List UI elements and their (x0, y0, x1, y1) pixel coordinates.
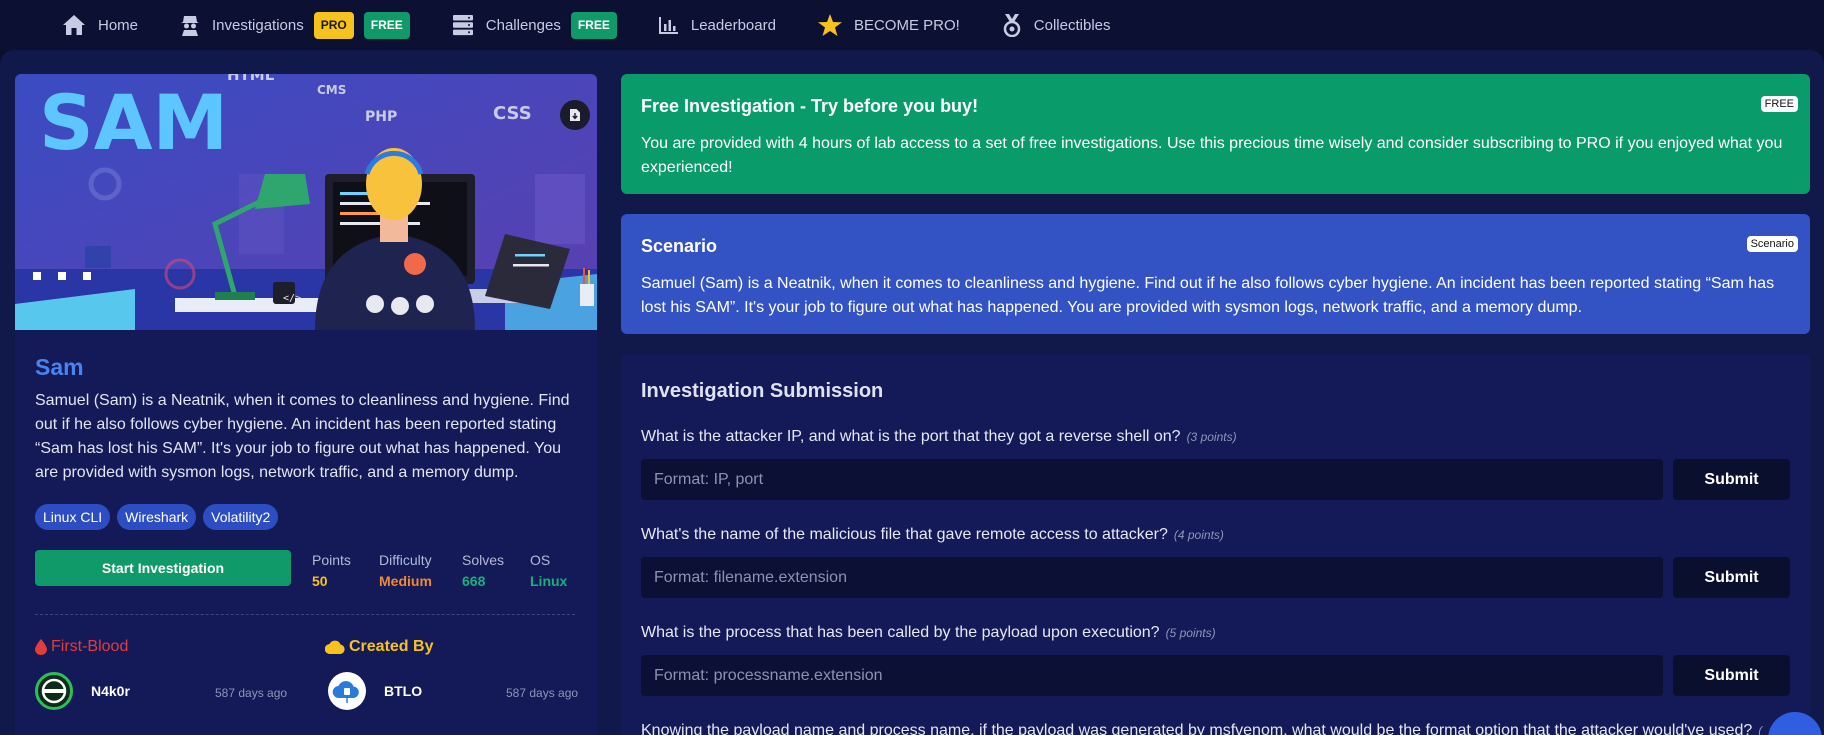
nav-home[interactable]: Home (62, 14, 138, 36)
question-3-text: What is the process that has been called… (641, 624, 1160, 641)
creator-username: BTLO (384, 683, 423, 699)
submission-title: Investigation Submission (641, 380, 884, 402)
scenario-panel: Scenario Scenario Samuel (Sam) is a Neat… (621, 214, 1810, 334)
question-4-text: Knowing the payload name and process nam… (641, 722, 1753, 735)
stat-solves-value: 668 (462, 573, 486, 589)
free-panel-badge: FREE (1760, 96, 1798, 112)
submit-button-3[interactable]: Submit (1673, 655, 1790, 696)
pro-badge: PRO (313, 11, 354, 39)
banner-title: SAM (39, 78, 228, 167)
question-2-points: (4 points) (1173, 528, 1224, 542)
first-blood-user[interactable]: N4k0r (35, 672, 130, 710)
tag-wireshark: Wireshark (117, 504, 197, 530)
lab-description: Samuel (Sam) is a Neatnik, when it comes… (35, 392, 570, 481)
question-1-text: What is the attacker IP, and what is the… (641, 428, 1181, 445)
free-panel-text: You are provided with 4 hours of lab acc… (641, 135, 1783, 176)
nav-become-pro-label: BECOME PRO! (853, 16, 960, 34)
cloud-icon (325, 640, 345, 654)
investigation-submission: Investigation Submission What is the att… (621, 354, 1810, 735)
scenario-panel-badge: Scenario (1746, 236, 1798, 252)
stat-points: Points 50 (312, 552, 351, 589)
stat-difficulty-value: Medium (379, 573, 432, 589)
first-blood-heading: First-Blood (35, 638, 128, 656)
question-2-text: What's the name of the malicious file th… (641, 526, 1168, 543)
question-2: What's the name of the malicious file th… (641, 526, 1224, 544)
free-investigation-panel: Free Investigation - Try before you buy!… (621, 74, 1810, 194)
first-blood-label: First-Blood (51, 638, 129, 655)
divider (35, 614, 575, 615)
banner-word-cms: CMS (317, 83, 346, 97)
nav-investigations[interactable]: Investigations PRO FREE (180, 11, 410, 39)
first-blood-username: N4k0r (91, 683, 130, 699)
stat-difficulty-label: Difficulty (379, 552, 432, 568)
submit-button-2[interactable]: Submit (1673, 557, 1790, 598)
stat-points-value: 50 (312, 573, 328, 589)
btlo-logo-icon (332, 681, 359, 703)
nav-investigations-label: Investigations (212, 16, 304, 34)
stat-solves-label: Solves (462, 552, 505, 568)
first-blood-time: 587 days ago (215, 686, 288, 700)
answer-input-2[interactable] (641, 557, 1663, 598)
nav-home-label: Home (98, 16, 139, 34)
banner-word-html: HTML (227, 74, 275, 84)
nav-challenges[interactable]: Challenges FREE (452, 11, 617, 39)
nav-collectibles[interactable]: Collectibles (1002, 13, 1111, 37)
scenario-panel-title: Scenario (641, 236, 718, 256)
nav-leaderboard-label: Leaderboard (690, 16, 776, 34)
nav-collectibles-label: Collectibles (1033, 16, 1111, 34)
lab-tags: Linux CLI Wireshark Volatility2 (35, 504, 285, 530)
banner-illustration: SAM HTML CMS PHP CSS </> (15, 74, 597, 330)
file-download-icon (570, 109, 580, 121)
stat-points-label: Points (312, 552, 351, 568)
blood-drop-icon (35, 639, 47, 655)
stat-os-label: OS (530, 552, 551, 568)
nav-leaderboard[interactable]: Leaderboard (658, 16, 776, 34)
lab-card: SAM HTML CMS PHP CSS </> Sam Samuel (Sam… (15, 74, 597, 735)
start-investigation-button[interactable]: Start Investigation (35, 550, 291, 586)
question-4: Knowing the payload name and process nam… (641, 722, 1762, 735)
creator-time: 587 days ago (506, 686, 579, 700)
stat-difficulty: Difficulty Medium (379, 552, 432, 589)
avatar (328, 672, 366, 710)
nav-challenges-label: Challenges (485, 16, 561, 34)
banner-word-tag: </> (283, 293, 301, 304)
created-by-heading: Created By (325, 638, 433, 656)
question-3: What is the process that has been called… (641, 624, 1216, 642)
stat-os: OS Linux (530, 552, 567, 589)
question-1: What is the attacker IP, and what is the… (641, 428, 1237, 446)
top-navigation: Home Investigations PRO FREE Challenges … (0, 0, 1824, 50)
creator-user[interactable]: BTLO (328, 672, 422, 710)
answer-input-1[interactable] (641, 459, 1663, 500)
banner-word-php: PHP (365, 109, 397, 125)
star-icon (817, 14, 842, 36)
download-button[interactable] (560, 100, 590, 130)
question-4-points: ( (1758, 724, 1763, 735)
avatar (35, 672, 73, 710)
question-3-points: (5 points) (1165, 626, 1216, 640)
answer-input-3[interactable] (641, 655, 1663, 696)
tag-volatility2: Volatility2 (203, 504, 279, 530)
server-icon (452, 15, 473, 36)
submit-button-1[interactable]: Submit (1673, 459, 1790, 500)
chart-icon (658, 17, 678, 34)
free-panel-title: Free Investigation - Try before you buy! (641, 96, 979, 116)
free-badge: FREE (363, 11, 410, 39)
medal-icon (1003, 14, 1021, 37)
question-1-points: (3 points) (1186, 430, 1237, 444)
created-by-label: Created By (349, 638, 434, 655)
lab-title: Sam (35, 354, 84, 380)
free-badge: FREE (570, 11, 617, 39)
home-icon (63, 15, 85, 35)
scenario-panel-text: Samuel (Sam) is a Neatnik, when it comes… (641, 275, 1775, 316)
nav-become-pro[interactable]: BECOME PRO! (817, 14, 960, 36)
stat-solves: Solves 668 (462, 552, 504, 589)
stat-os-value: Linux (530, 573, 568, 589)
tag-linux-cli: Linux CLI (35, 504, 111, 530)
detective-icon (181, 16, 200, 36)
lab-banner-image: SAM HTML CMS PHP CSS </> (15, 74, 597, 330)
page-content: SAM HTML CMS PHP CSS </> Sam Samuel (Sam… (0, 50, 1824, 735)
avatar-logo-icon (41, 678, 67, 704)
banner-word-css: CSS (493, 103, 532, 124)
